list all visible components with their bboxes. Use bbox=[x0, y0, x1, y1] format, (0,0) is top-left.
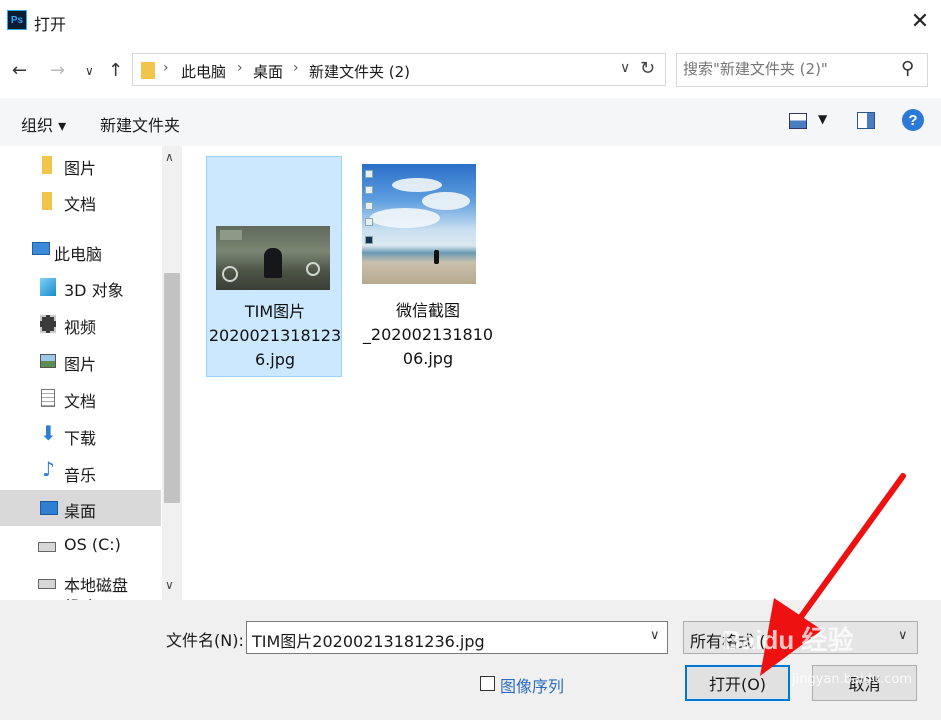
folder-icon bbox=[141, 62, 155, 79]
filetype-dropdown-icon[interactable]: ∨ bbox=[898, 628, 908, 643]
sidebar-item-3d-objects[interactable]: 3D 对象 bbox=[0, 269, 161, 305]
sidebar-item-pictures-quick[interactable]: 图片 bbox=[0, 147, 161, 183]
help-icon[interactable]: ? bbox=[902, 109, 924, 131]
back-arrow-icon[interactable]: ← bbox=[12, 60, 27, 81]
sidebar-item-label: 3D 对象 bbox=[64, 281, 124, 300]
pictures-icon bbox=[40, 354, 56, 368]
file-list: TIM图片 2020021318123 6.jpg 微信截图 _20200213… bbox=[186, 146, 941, 600]
sidebar-item-label: 此电脑 bbox=[54, 245, 103, 264]
sidebar-item-documents[interactable]: 文档 bbox=[0, 380, 161, 416]
watermark-logo: Baidu 经验 bbox=[722, 625, 854, 655]
search-box[interactable]: ⚲ bbox=[676, 53, 928, 87]
sidebar-item-music[interactable]: ♪ 音乐 bbox=[0, 454, 161, 490]
sidebar-item-label: 桌面 bbox=[64, 502, 97, 521]
filename-label: 文件名(N): bbox=[166, 631, 244, 650]
folder-icon bbox=[42, 156, 52, 174]
recent-locations-chevron-icon[interactable]: ∨ bbox=[85, 64, 94, 78]
sidebar-item-drive-d[interactable]: 本地磁盘 (D:) bbox=[0, 564, 161, 615]
file-item-tim-image[interactable]: TIM图片 2020021318123 6.jpg bbox=[206, 156, 342, 377]
document-icon bbox=[41, 389, 55, 407]
file-item-wechat-screenshot[interactable]: 微信截图 _202002131810 06.jpg bbox=[360, 156, 496, 377]
sidebar-item-label: 文档 bbox=[64, 195, 97, 214]
sidebar-scrollbar[interactable]: ∧ ∨ bbox=[162, 146, 182, 600]
sidebar-item-downloads[interactable]: ⬇ 下载 bbox=[0, 417, 161, 453]
new-folder-button[interactable]: 新建文件夹 bbox=[100, 112, 180, 136]
sidebar-item-label: OS (C:) bbox=[64, 535, 121, 554]
sidebar-item-label: 音乐 bbox=[64, 466, 97, 485]
file-name-line: 2020021318123 bbox=[208, 326, 342, 345]
breadcrumb-separator-icon: › bbox=[237, 60, 243, 76]
open-file-dialog: Ps 打开 ✕ ← → ∨ ↑ › 此电脑 › 桌面 › 新建文件夹 (2) ∨… bbox=[0, 0, 941, 720]
breadcrumb-new-folder[interactable]: 新建文件夹 (2) bbox=[309, 61, 410, 82]
file-name-line: 微信截图 bbox=[395, 301, 460, 320]
watermark-url: jingyan.baidu.com bbox=[792, 672, 912, 687]
music-icon: ♪ bbox=[42, 457, 55, 481]
cube-icon bbox=[40, 278, 56, 296]
file-name-line: 6.jpg bbox=[254, 350, 296, 369]
image-thumbnail bbox=[216, 226, 330, 290]
breadcrumb-desktop[interactable]: 桌面 bbox=[253, 61, 283, 82]
sidebar-item-pictures[interactable]: 图片 bbox=[0, 343, 161, 379]
up-arrow-icon[interactable]: ↑ bbox=[108, 60, 123, 81]
sidebar-item-documents-quick[interactable]: 文档 bbox=[0, 183, 161, 219]
filename-input[interactable]: TIM图片20200213181236.jpg bbox=[252, 628, 485, 652]
command-toolbar: 组织 ▾ 新建文件夹 ▼ ? bbox=[0, 98, 941, 146]
search-input[interactable] bbox=[683, 60, 893, 78]
desktop-icon bbox=[40, 501, 58, 515]
sidebar-item-desktop[interactable]: 桌面 bbox=[0, 490, 161, 526]
close-icon[interactable]: ✕ bbox=[905, 6, 935, 36]
sidebar-item-label: 视频 bbox=[64, 318, 97, 337]
breadcrumb-separator-icon: › bbox=[293, 60, 299, 76]
scroll-up-icon[interactable]: ∧ bbox=[165, 150, 174, 164]
computer-icon bbox=[32, 242, 50, 255]
scroll-down-icon[interactable]: ∨ bbox=[165, 578, 174, 592]
sidebar-item-label: 下载 bbox=[64, 429, 97, 448]
dialog-title: 打开 bbox=[34, 15, 67, 34]
game-character bbox=[264, 248, 282, 278]
scrollbar-thumb[interactable] bbox=[164, 273, 180, 503]
image-sequence-checkbox[interactable] bbox=[480, 676, 495, 691]
preview-pane-icon[interactable] bbox=[857, 112, 875, 129]
sidebar-item-drive-c[interactable]: OS (C:) bbox=[0, 527, 161, 563]
filename-dropdown-icon[interactable]: ∨ bbox=[650, 628, 660, 643]
game-button bbox=[306, 262, 320, 276]
organize-button[interactable]: 组织 ▾ bbox=[21, 112, 66, 136]
title-bar: Ps 打开 ✕ bbox=[0, 0, 941, 42]
drive-icon bbox=[38, 542, 56, 552]
breadcrumb-this-pc[interactable]: 此电脑 bbox=[181, 61, 226, 82]
refresh-icon[interactable]: ↻ bbox=[640, 58, 655, 79]
download-icon: ⬇ bbox=[40, 421, 57, 445]
forward-arrow-icon[interactable]: → bbox=[50, 60, 65, 81]
view-options-dropdown-icon[interactable]: ▼ bbox=[818, 112, 827, 126]
sidebar-item-label: 文档 bbox=[64, 392, 97, 411]
drive-icon bbox=[38, 579, 56, 589]
navigation-pane: 图片 文档 此电脑 3D 对象 视频 图片 文档 ⬇ 下载 ♪ 音乐 桌面 OS… bbox=[0, 146, 182, 615]
sidebar-item-label: 图片 bbox=[64, 355, 97, 374]
sidebar-item-videos[interactable]: 视频 bbox=[0, 306, 161, 342]
address-bar[interactable]: › 此电脑 › 桌面 › 新建文件夹 (2) ∨ bbox=[132, 53, 666, 86]
open-button[interactable]: 打开(O) bbox=[685, 665, 790, 701]
bottom-panel: 文件名(N): TIM图片20200213181236.jpg ∨ 所有格式 (… bbox=[0, 600, 941, 720]
breadcrumb-separator-icon: › bbox=[163, 60, 169, 76]
file-name-line: _202002131810 bbox=[362, 325, 494, 344]
filename-combobox[interactable]: TIM图片20200213181236.jpg ∨ bbox=[246, 621, 668, 654]
address-dropdown-icon[interactable]: ∨ bbox=[620, 60, 630, 76]
file-name-line: 06.jpg bbox=[402, 349, 454, 368]
game-hud-element bbox=[220, 230, 242, 240]
sidebar-item-this-pc[interactable]: 此电脑 bbox=[0, 233, 161, 269]
search-icon[interactable]: ⚲ bbox=[901, 58, 914, 79]
image-sequence-label[interactable]: 图像序列 bbox=[500, 673, 564, 697]
film-icon bbox=[40, 315, 56, 333]
change-view-icon[interactable] bbox=[789, 113, 807, 129]
file-name-line: TIM图片 bbox=[244, 302, 306, 321]
folder-icon bbox=[42, 192, 52, 210]
sidebar-item-label: 图片 bbox=[64, 159, 97, 178]
game-joystick bbox=[222, 266, 238, 282]
photoshop-icon: Ps bbox=[7, 10, 27, 30]
